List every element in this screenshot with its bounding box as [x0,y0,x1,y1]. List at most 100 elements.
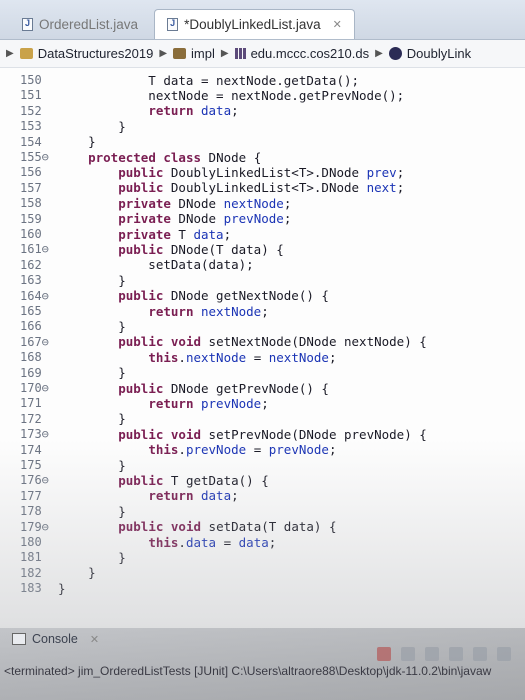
breadcrumb-label: impl [191,46,215,61]
tab-orderedlist[interactable]: OrderedList.java [10,9,150,39]
breadcrumb-project[interactable]: DataStructures2019 [19,46,154,61]
code-text: public T getData() { [118,472,269,488]
code-line[interactable]: 180 this.data = data; [0,534,276,550]
code-text: public DoublyLinkedList<T>.DNode next; [118,180,405,196]
line-number: 166 [20,319,42,334]
code-line[interactable]: 173⊖ public void setPrevNode(DNode prevN… [0,426,427,442]
line-number: 170⊖ [20,381,49,395]
terminate-icon[interactable] [377,647,391,661]
close-icon[interactable]: ✕ [90,633,99,646]
breadcrumb-class[interactable]: DoublyLink [388,46,471,61]
tab-doublylinkedlist[interactable]: *DoublyLinkedList.java ✕ [154,9,355,39]
code-line[interactable]: 165 return nextNode; [0,303,269,319]
line-number: 181 [20,550,42,565]
code-text: public DNode(T data) { [118,241,284,257]
code-text: } [58,549,126,565]
code-line[interactable]: 152 return data; [0,103,239,119]
code-line[interactable]: 158 private DNode nextNode; [0,195,291,211]
code-line[interactable]: 183} [0,580,66,596]
code-line[interactable]: 160 private T data; [0,226,231,242]
breadcrumb-package[interactable]: edu.mccc.cos210.ds [234,46,369,61]
code-text: public void setPrevNode(DNode prevNode) … [118,426,427,442]
code-line[interactable]: 167⊖ public void setNextNode(DNode nextN… [0,334,427,350]
line-number: 163 [20,273,42,288]
line-number: 159 [20,211,42,226]
code-text: setData(data); [58,257,254,273]
code-text: private T data; [118,226,232,242]
code-line[interactable]: 162 setData(data); [0,257,254,273]
line-number: 156 [20,165,42,180]
tab-label: *DoublyLinkedList.java [184,17,321,32]
code-line[interactable]: 182 } [0,565,96,581]
code-line[interactable]: 170⊖ public DNode getPrevNode() { [0,380,329,396]
code-line[interactable]: 178 } [0,503,126,519]
code-line[interactable]: 181 } [0,549,126,565]
line-number: 162 [20,257,42,272]
console-status: <terminated> jim_OrderedListTests [JUnit… [4,664,492,678]
code-text: } [58,318,126,334]
code-line[interactable]: 154 } [0,134,96,150]
code-line[interactable]: 163 } [0,272,126,288]
line-number: 182 [20,565,42,580]
code-line[interactable]: 172 } [0,411,126,427]
line-number: 175 [20,458,42,472]
code-line[interactable]: 157 public DoublyLinkedList<T>.DNode nex… [0,180,404,196]
code-text: public DoublyLinkedList<T>.DNode prev; [118,164,405,180]
close-icon[interactable]: ✕ [333,18,342,31]
code-line[interactable]: 175 } [0,457,126,473]
line-number: 177 [20,488,42,503]
code-line[interactable]: 156 public DoublyLinkedList<T>.DNode pre… [0,164,404,180]
code-text: } [58,565,96,581]
code-line[interactable]: 166 } [0,318,126,334]
code-line[interactable]: 164⊖ public DNode getNextNode() { [0,288,329,304]
code-line[interactable]: 177 return data; [0,488,239,504]
breadcrumb-label: DataStructures2019 [37,46,154,61]
code-text: } [58,272,126,288]
code-line[interactable]: 150 T data = nextNode.getData(); [0,72,359,88]
code-text: return prevNode; [148,395,269,411]
line-number: 168 [20,350,42,365]
code-line[interactable]: 161⊖ public DNode(T data) { [0,241,284,257]
line-number: 164⊖ [20,288,49,303]
code-line[interactable]: 169 } [0,365,126,381]
remove-launch-icon[interactable] [401,647,415,661]
package-icon [234,48,246,59]
chevron-right-icon: ▶ [159,48,168,59]
line-number: 158 [20,196,42,211]
code-line[interactable]: 179⊖ public void setData(T data) { [0,519,336,535]
line-number: 178 [20,504,42,519]
code-text: } [58,580,66,596]
code-line[interactable]: 153 } [0,118,126,134]
code-text: } [58,365,126,381]
code-text: } [58,134,96,150]
project-icon [19,48,33,59]
line-number: 152 [20,103,42,118]
scroll-lock-icon[interactable] [449,647,463,661]
code-line[interactable]: 151 nextNode = nextNode.getPrevNode(); [0,87,404,103]
code-line[interactable]: 168 this.nextNode = nextNode; [0,349,337,365]
breadcrumb-folder[interactable]: impl [173,46,215,61]
display-console-icon[interactable] [497,647,511,661]
code-line[interactable]: 174 this.prevNode = prevNode; [0,442,337,458]
code-text: return data; [148,103,239,119]
pin-console-icon[interactable] [473,647,487,661]
code-text: public void setData(T data) { [118,519,337,535]
line-number: 165 [20,304,42,318]
code-editor[interactable]: 150 T data = nextNode.getData(); 151 next… [0,68,525,628]
console-icon [12,633,26,645]
code-text: } [58,118,126,134]
code-text: return data; [148,488,239,504]
java-file-icon [167,18,179,31]
code-text: private DNode nextNode; [118,195,292,211]
code-text: this.nextNode = nextNode; [148,349,337,365]
code-line[interactable]: 171 return prevNode; [0,395,269,411]
line-number: 172 [20,411,42,426]
code-line[interactable]: 176⊖ public T getData() { [0,472,269,488]
line-number: 176⊖ [20,473,49,488]
line-number: 174 [20,442,42,457]
code-line[interactable]: 155⊖ protected class DNode { [0,149,261,165]
tab-label: OrderedList.java [39,16,139,32]
clear-console-icon[interactable] [425,647,439,661]
code-text: nextNode = nextNode.getPrevNode(); [58,87,405,103]
code-line[interactable]: 159 private DNode prevNode; [0,211,291,227]
